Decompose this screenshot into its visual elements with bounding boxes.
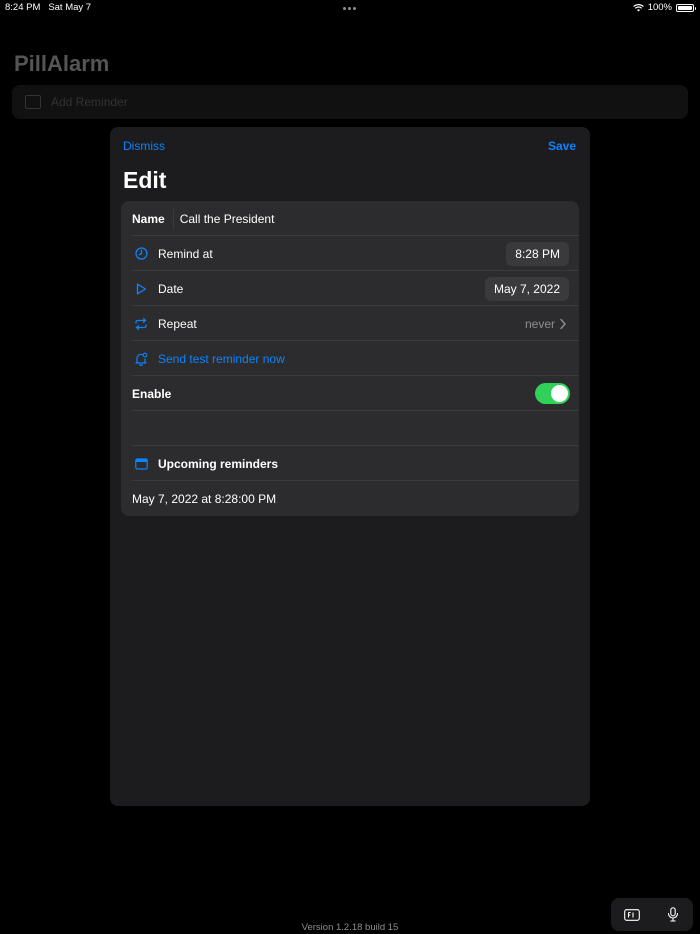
repeat-label: Repeat [158,316,197,331]
calendar-icon [133,456,149,472]
date-picker-button[interactable]: May 7, 2022 [484,276,569,301]
version-label: Version 1.2.18 build 15 [301,922,399,933]
dismiss-button[interactable]: Dismiss [123,139,165,153]
app-title: PillAlarm [14,51,110,76]
play-icon [133,281,149,297]
status-time-date: 8:24 PM Sat May 7 [5,2,91,13]
sheet-title: Edit [123,167,167,193]
keyboard-shortcut-bar [611,898,693,931]
bell-badge-icon [133,351,149,367]
sheet-toolbar: Dismiss Save [110,127,590,163]
add-reminder-placeholder: Add Reminder [51,95,128,109]
date-row: Date May 7, 2022 [121,271,579,306]
upcoming-header-row: Upcoming reminders [121,446,579,481]
status-right: 100% [632,2,696,13]
name-row: Name [121,201,579,236]
empty-row [121,411,579,446]
clock-icon [133,246,149,262]
enable-toggle[interactable] [535,383,570,404]
status-bar: 8:24 PM Sat May 7 100% [0,0,700,16]
edit-form: Name Remind at 8:28 PM Date May 7, 2022 [121,201,579,516]
multitasking-dots-icon[interactable] [343,7,356,10]
add-reminder-field: Add Reminder [12,85,688,119]
name-input[interactable] [172,208,579,229]
enable-label: Enable [132,386,172,401]
edit-sheet: Dismiss Save Edit Name Remind at 8:28 PM… [110,127,590,806]
chevron-right-icon [560,318,566,329]
send-test-row[interactable]: Send test reminder now [121,341,579,376]
remind-at-label: Remind at [158,246,213,261]
repeat-value: never [524,316,555,331]
battery-icon [676,3,696,12]
save-button[interactable]: Save [548,139,576,153]
status-time: 8:24 PM [5,2,41,13]
calendar-add-icon [25,95,41,109]
enable-row: Enable [121,376,579,411]
wifi-icon [632,3,644,11]
send-test-reminder-button[interactable]: Send test reminder now [158,352,285,366]
remind-at-row: Remind at 8:28 PM [121,236,579,271]
date-label: Date [158,281,184,296]
battery-percent: 100% [647,2,672,13]
time-picker-button[interactable]: 8:28 PM [506,241,569,266]
repeat-icon [133,316,149,332]
keyboard-switch-icon[interactable] [622,905,642,925]
list-item: May 7, 2022 at 8:28:00 PM [121,481,579,516]
upcoming-reminder-date: May 7, 2022 at 8:28:00 PM [132,491,277,506]
upcoming-reminders-label: Upcoming reminders [158,456,279,471]
repeat-row[interactable]: Repeat never [121,306,579,341]
microphone-icon[interactable] [663,905,683,925]
status-date: Sat May 7 [48,2,92,13]
name-label: Name [132,211,165,226]
